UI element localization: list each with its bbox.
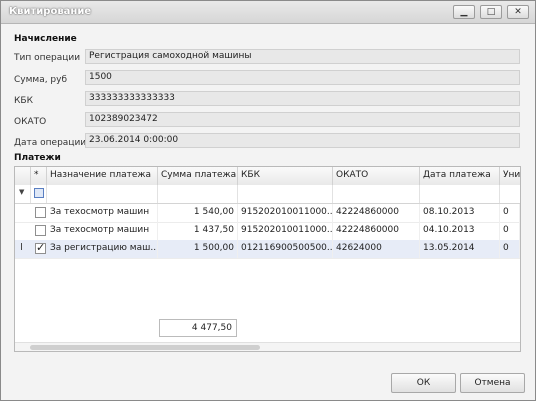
payments-section-title: Платежи	[14, 153, 61, 163]
scrollbar-thumb[interactable]	[30, 345, 260, 350]
operation-date-label: Дата операции	[14, 138, 87, 148]
okato-cell: 42224860000	[333, 204, 420, 222]
payments-grid[interactable]: * Назначение платежа Сумма платежа КБК О…	[14, 166, 521, 352]
kbk-field: 333333333333333	[85, 91, 520, 106]
ok-button[interactable]: ОК	[391, 373, 456, 393]
filter-okato[interactable]	[333, 185, 420, 203]
cancel-button[interactable]: Отмена	[460, 373, 525, 393]
filter-kbk[interactable]	[238, 185, 333, 203]
kbk-cell: 012116900500500...	[238, 240, 333, 258]
unique-cell: 0	[500, 240, 520, 258]
kbk-cell: 915202010011000...	[238, 204, 333, 222]
column-header-amount[interactable]: Сумма платежа	[158, 167, 238, 185]
purpose-cell: За техосмотр машин	[47, 222, 158, 240]
total-amount: 4 477,50	[159, 319, 237, 337]
column-header-unique[interactable]: Уник	[500, 167, 520, 185]
filter-icon: ▼	[19, 188, 25, 196]
title-bar[interactable]: Квитирование ▁ □ ✕	[1, 1, 535, 24]
date-cell: 13.05.2014	[420, 240, 500, 258]
okato-field: 102389023472	[85, 112, 520, 127]
unique-cell: 0	[500, 204, 520, 222]
filter-purpose[interactable]	[47, 185, 158, 203]
row-checkbox[interactable]	[35, 207, 46, 218]
close-icon: ✕	[514, 7, 522, 17]
okato-cell: 42224860000	[333, 222, 420, 240]
amount-field: 1500	[85, 70, 520, 85]
row-checkbox-checked[interactable]	[35, 241, 46, 254]
operation-type-label: Тип операции	[14, 53, 81, 63]
okato-label: ОКАТО	[14, 117, 47, 127]
column-header-kbk[interactable]: КБК	[238, 167, 333, 185]
minimize-button[interactable]: ▁	[453, 5, 475, 19]
operation-type-field: Регистрация самоходной машины	[85, 49, 520, 64]
table-row[interactable]: За техосмотр машин 1 540,00 915202010011…	[15, 204, 520, 223]
table-row[interactable]: За техосмотр машин 1 437,50 915202010011…	[15, 222, 520, 241]
okato-cell: 42624000	[333, 240, 420, 258]
kbk-label: КБК	[14, 96, 33, 106]
maximize-icon: □	[486, 7, 496, 17]
filter-amount[interactable]	[158, 185, 238, 203]
amount-cell: 1 500,00	[158, 240, 238, 258]
table-row-selected[interactable]: I За регистрацию маш... 1 500,00 0121169…	[15, 240, 520, 259]
window-title: Квитирование	[9, 6, 92, 17]
minimize-icon: ▁	[460, 7, 468, 17]
column-header-date[interactable]: Дата платежа	[420, 167, 500, 185]
amount-cell: 1 437,50	[158, 222, 238, 240]
column-header-check[interactable]: *	[31, 167, 47, 185]
column-header-select[interactable]	[15, 167, 31, 185]
row-cursor-indicator: I	[20, 242, 23, 253]
maximize-button[interactable]: □	[480, 5, 502, 19]
date-cell: 08.10.2013	[420, 204, 500, 222]
kbk-cell: 915202010011000...	[238, 222, 333, 240]
grid-header: * Назначение платежа Сумма платежа КБК О…	[15, 167, 520, 186]
unique-cell: 0	[500, 222, 520, 240]
filter-icon-cell: ▼	[15, 185, 31, 203]
select-all-checkbox-icon[interactable]	[34, 188, 44, 198]
operation-date-field: 23.06.2014 0:00:00	[85, 133, 520, 148]
purpose-cell: За регистрацию маш...	[47, 240, 158, 258]
filter-row: ▼	[15, 185, 520, 204]
filter-date[interactable]	[420, 185, 500, 203]
horizontal-scrollbar[interactable]	[15, 342, 520, 351]
amount-cell: 1 540,00	[158, 204, 238, 222]
column-header-okato[interactable]: ОКАТО	[333, 167, 420, 185]
amount-label: Сумма, руб	[14, 75, 68, 85]
column-header-purpose[interactable]: Назначение платежа	[47, 167, 158, 185]
row-checkbox[interactable]	[35, 225, 46, 236]
quittance-dialog: Квитирование ▁ □ ✕ Начисление Тип операц…	[0, 0, 536, 401]
filter-check-cell[interactable]	[31, 185, 47, 203]
purpose-cell: За техосмотр машин	[47, 204, 158, 222]
charge-section-title: Начисление	[14, 34, 77, 44]
date-cell: 04.10.2013	[420, 222, 500, 240]
close-button[interactable]: ✕	[507, 5, 529, 19]
